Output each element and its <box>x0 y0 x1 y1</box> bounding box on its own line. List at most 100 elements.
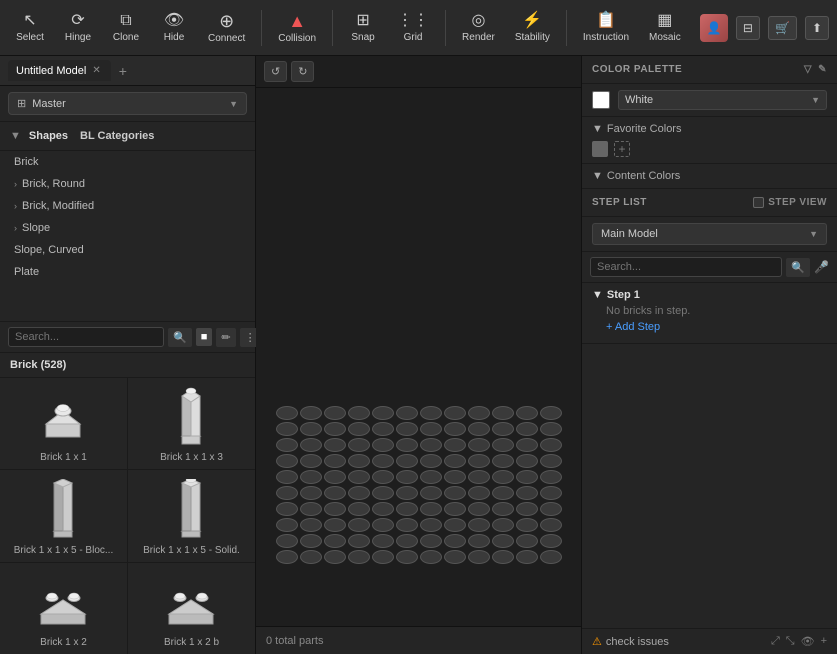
stud <box>348 438 370 452</box>
tab-close-icon[interactable]: ✕ <box>90 64 102 77</box>
toolbar-stability[interactable]: ⚡ Stability <box>507 9 558 47</box>
stud <box>444 454 466 468</box>
stud <box>444 550 466 564</box>
stud <box>348 406 370 420</box>
expand-arrow-slope-icon: › <box>14 223 17 233</box>
view-grid-btn[interactable]: ■ <box>196 328 213 346</box>
brick-cell-1x1[interactable]: Brick 1 x 1 <box>0 378 127 469</box>
left-panel: Untitled Model ✕ + ⊞ Master ▼ ▼ Shapes B… <box>0 56 256 654</box>
color-swatch-white <box>592 91 610 109</box>
bottom-icon-2[interactable]: ⤡ <box>786 635 795 648</box>
shape-item-brick-round[interactable]: › Brick, Round <box>0 173 255 195</box>
brick-cell-1x1x5block[interactable]: Brick 1 x 1 x 5 - Bloc... <box>0 470 127 561</box>
stud <box>348 422 370 436</box>
stud <box>396 470 418 484</box>
step-view-checkbox[interactable] <box>753 197 764 208</box>
stud <box>468 534 490 548</box>
stud <box>372 406 394 420</box>
stud <box>276 454 298 468</box>
brick-img-1x2b <box>162 571 222 631</box>
color-select-dropdown[interactable]: White ▼ <box>618 90 827 110</box>
bottom-icon-1[interactable]: ⤢ <box>771 635 780 648</box>
toolbar-connect[interactable]: ⊕ Connect <box>200 8 253 48</box>
view-list-btn[interactable]: ✏ <box>216 328 235 347</box>
search-input[interactable] <box>8 327 164 347</box>
fav-add-btn[interactable]: + <box>614 141 630 157</box>
toolbar-right-btn-2[interactable]: 🛒 <box>768 16 797 40</box>
bottom-icon-4[interactable]: + <box>821 635 827 648</box>
stud <box>540 438 562 452</box>
toolbar-clone[interactable]: ⧉ Clone <box>104 9 148 47</box>
stud <box>420 486 442 500</box>
shape-item-brick[interactable]: Brick <box>0 151 255 173</box>
tab-untitled-model[interactable]: Untitled Model ✕ <box>8 60 111 81</box>
shape-item-plate[interactable]: Plate <box>0 261 255 283</box>
stud <box>324 502 346 516</box>
stud <box>444 486 466 500</box>
toolbar-select[interactable]: ↖ Select <box>8 9 52 47</box>
status-text: 0 total parts <box>266 635 323 647</box>
user-avatar[interactable]: 👤 <box>700 14 728 42</box>
brick-cell-1x1x3[interactable]: Brick 1 x 1 x 3 <box>128 378 255 469</box>
bottom-icon-3[interactable]: 👁 <box>801 635 815 648</box>
shapes-label: Shapes <box>29 130 68 142</box>
main-model-dropdown[interactable]: Main Model ▼ <box>592 223 827 245</box>
edit-icon[interactable]: ✎ <box>818 64 827 75</box>
shape-item-slope-curved[interactable]: Slope, Curved <box>0 239 255 261</box>
content-colors-header[interactable]: ▼ Content Colors <box>582 164 837 189</box>
toolbar-right-btn-1[interactable]: ⊟ <box>736 16 760 40</box>
expand-arrow-icon: › <box>14 179 17 189</box>
brick-cell-1x2b[interactable]: Brick 1 x 2 b <box>128 563 255 654</box>
stud <box>420 502 442 516</box>
step-1-title[interactable]: ▼ Step 1 <box>592 289 827 301</box>
toolbar-render[interactable]: ◎ Render <box>454 9 503 47</box>
fav-swatch-dark[interactable] <box>592 141 608 157</box>
toolbar-right-btn-3[interactable]: ⬆ <box>805 16 829 40</box>
shape-item-slope[interactable]: › Slope <box>0 217 255 239</box>
toolbar-instruction[interactable]: 📋 Instruction <box>575 9 637 47</box>
toolbar-right: 👤 ⊟ 🛒 ⬆ <box>700 14 829 42</box>
viewport[interactable] <box>256 88 581 626</box>
shapes-tab-bl[interactable]: BL Categories <box>76 128 158 144</box>
shape-item-brick-modified[interactable]: › Brick, Modified <box>0 195 255 217</box>
toolbar-hide[interactable]: 👁 Hide <box>152 9 196 47</box>
toolbar-collision[interactable]: ▲ Collision <box>270 8 324 48</box>
stud <box>348 518 370 532</box>
toolbar-grid[interactable]: ⋮⋮ Grid <box>389 9 437 47</box>
master-chevron-icon: ▼ <box>229 99 238 109</box>
stud <box>396 406 418 420</box>
master-dropdown[interactable]: ⊞ Master ▼ <box>8 92 247 115</box>
viewport-redo-btn[interactable]: ↻ <box>291 61 314 82</box>
add-step-btn[interactable]: + Add Step <box>606 317 827 337</box>
collision-icon: ▲ <box>288 12 306 30</box>
search-btn[interactable]: 🔍 <box>168 328 192 347</box>
brick-cell-1x1x5solid[interactable]: Brick 1 x 1 x 5 - Solid. <box>128 470 255 561</box>
favorite-colors-header[interactable]: ▼ Favorite Colors <box>592 123 827 135</box>
step-search-input[interactable] <box>590 257 782 277</box>
stud <box>492 534 514 548</box>
brick-cell-1x2a[interactable]: Brick 1 x 2 <box>0 563 127 654</box>
step-1-content: No bricks in step. + Add Step <box>592 305 827 337</box>
stud <box>396 486 418 500</box>
stud <box>348 502 370 516</box>
toolbar-grid-label: Grid <box>404 32 423 43</box>
master-label: Master <box>32 98 66 110</box>
filter-icon[interactable]: ▽ <box>804 64 812 75</box>
toolbar-mosaic[interactable]: ▦ Mosaic <box>641 9 689 47</box>
toolbar-hinge[interactable]: ⟳ Hinge <box>56 9 100 47</box>
main-model-label: Main Model <box>601 228 658 240</box>
stud <box>348 550 370 564</box>
step-view-toggle[interactable]: Step view <box>753 197 827 208</box>
toolbar-snap[interactable]: ⊞ Snap <box>341 9 385 47</box>
viewport-undo-btn[interactable]: ↺ <box>264 61 287 82</box>
collapse-shapes-icon[interactable]: ▼ <box>10 130 21 142</box>
stud <box>372 438 394 452</box>
brick-img-1x1 <box>34 386 94 446</box>
tab-add-icon[interactable]: + <box>115 61 131 81</box>
stud-row <box>276 454 562 468</box>
main-model-chevron-icon: ▼ <box>809 229 818 239</box>
step-mic-btn[interactable]: 🎤 <box>814 260 829 274</box>
check-issues[interactable]: ⚠ check issues <box>592 635 669 648</box>
stud <box>276 502 298 516</box>
step-search-btn[interactable]: 🔍 <box>786 258 810 277</box>
